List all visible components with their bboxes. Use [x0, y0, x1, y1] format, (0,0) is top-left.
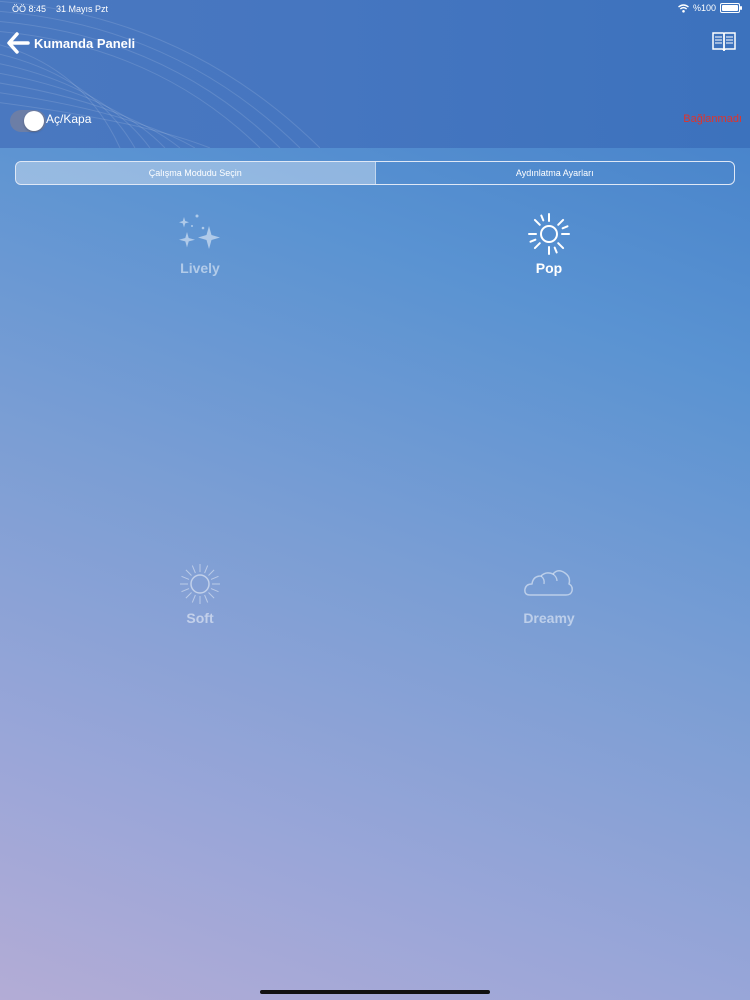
mode-dreamy[interactable]: Dreamy	[479, 562, 619, 626]
page-title: Kumanda Paneli	[34, 35, 136, 51]
sun-icon	[528, 213, 570, 255]
status-indicators: %100	[678, 3, 742, 13]
toggle-knob	[24, 111, 44, 131]
battery-percent: %100	[692, 3, 716, 13]
status-time: ÖÖ 8:45	[12, 4, 47, 14]
book-icon	[712, 32, 736, 52]
connection-status: Bağlanmadı	[683, 113, 742, 125]
sparkles-icon	[179, 214, 220, 249]
tab-lighting-settings[interactable]: Aydınlatma Ayarları	[376, 162, 735, 184]
mode-label: Lively	[180, 260, 220, 276]
power-label: Aç/Kapa	[46, 112, 92, 126]
soft-sun-icon	[180, 564, 220, 604]
tab-mode-select[interactable]: Çalışma Modudu Seçin	[16, 162, 376, 184]
header	[0, 0, 750, 148]
mode-pop[interactable]: Pop	[479, 212, 619, 276]
cloud-icon	[524, 570, 573, 596]
manual-button[interactable]	[712, 31, 736, 53]
segmented-control: Çalışma Modudu Seçin Aydınlatma Ayarları	[15, 161, 735, 185]
home-indicator[interactable]	[260, 990, 490, 994]
arrow-left-icon	[7, 32, 30, 54]
battery-icon	[720, 3, 742, 13]
mode-label: Pop	[535, 260, 563, 276]
mode-soft[interactable]: Soft	[130, 562, 270, 626]
mode-label: Soft	[186, 610, 214, 626]
wifi-icon	[678, 3, 689, 13]
status-date: 31 Mayıs Pzt	[56, 4, 109, 14]
status-bar: ÖÖ 8:45 31 Mayıs Pzt %100	[0, 0, 750, 18]
mode-lively[interactable]: Lively	[130, 212, 270, 276]
power-toggle[interactable]	[10, 110, 46, 132]
mode-label: Dreamy	[523, 610, 575, 626]
back-button[interactable]: Kumanda Paneli	[6, 30, 135, 56]
